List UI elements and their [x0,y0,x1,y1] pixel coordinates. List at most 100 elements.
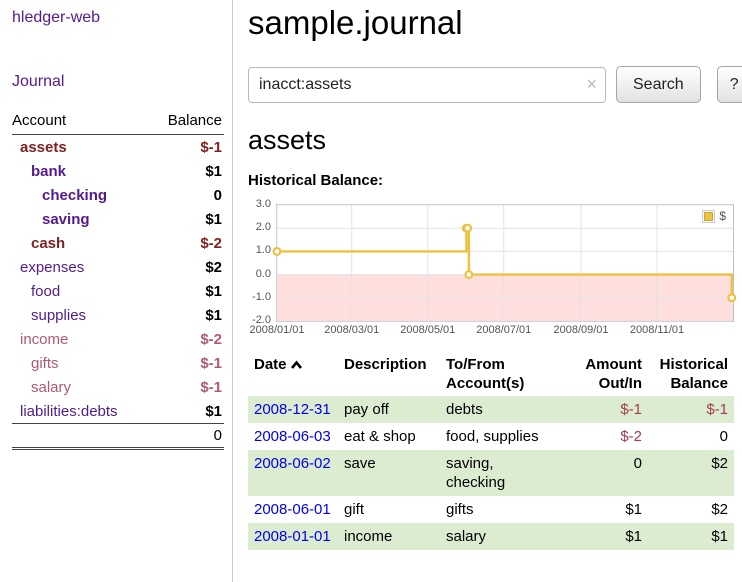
account-rows: assets$-1bank$1checking0saving$1cash$-2e… [12,135,224,423]
register-accounts-cell: debts [440,396,572,423]
transaction-date-link[interactable]: 2008-06-01 [254,501,331,518]
legend-label: $ [719,209,726,223]
register-row: 2008-06-02savesaving, checking0$2 [248,450,734,496]
chart-plot-area: $ 2008/01/012008/03/012008/05/012008/07/… [276,204,734,322]
register-balance-cell: $-1 [648,396,734,423]
account-link-food[interactable]: food [12,283,60,300]
account-row: food $1 [12,279,224,303]
account-balance: $-1 [200,379,222,396]
chart-legend: $ [699,208,729,224]
chart-svg [277,205,733,321]
register-description-cell: pay off [338,396,440,423]
account-balance: $-2 [200,235,222,252]
search-form: × Search ? [248,66,742,103]
account-link-bank[interactable]: bank [12,163,66,180]
chart-x-tick-label: 2008/11/01 [630,324,684,336]
register-amount-cell: $1 [572,496,648,523]
register-header-description: Description [338,352,440,396]
accounts-total-value: 0 [214,427,222,444]
transaction-date-link[interactable]: 2008-06-02 [254,455,331,472]
chart-y-tick-label: -1.0 [252,291,271,303]
register-balance-cell: $1 [648,523,734,550]
register-balance-cell: $2 [648,450,734,496]
account-row: income $-2 [12,327,224,351]
search-input[interactable] [248,67,606,103]
register-row: 2008-06-03eat & shopfood, supplies$-20 [248,423,734,450]
account-balance: $1 [205,283,222,300]
chart-x-axis: 2008/01/012008/03/012008/05/012008/07/01… [277,324,733,340]
chart-y-axis: 3.02.01.00.0-1.0-2.0 [248,204,276,320]
register-amount-cell: $1 [572,523,648,550]
account-link-gifts[interactable]: gifts [12,355,59,372]
account-link-expenses[interactable]: expenses [12,259,84,276]
sidebar-item-journal[interactable]: Journal [12,73,232,91]
app-root: hledger-web Journal Account Balance asse… [0,0,742,582]
account-balance: $-2 [200,331,222,348]
sidebar: hledger-web Journal Account Balance asse… [0,0,233,582]
register-header-date-label: Date [254,356,287,373]
account-row: assets $-1 [12,135,224,159]
chart-y-tick-label: 3.0 [256,198,271,210]
account-row: salary $-1 [12,375,224,399]
transaction-date-link[interactable]: 2008-01-01 [254,528,331,545]
register-accounts-cell: food, supplies [440,423,572,450]
register-date-cell: 2008-06-02 [248,450,338,496]
account-column-header: Account [12,112,66,129]
search-box: × [248,67,606,103]
chart-x-tick-label: 2008/07/01 [476,324,531,336]
help-button[interactable]: ? [717,66,742,103]
account-balance: $-1 [200,139,222,156]
account-row: expenses$2 [12,255,224,279]
chart-y-tick-label: 1.0 [256,244,271,256]
register-amount-cell: $-2 [572,423,648,450]
search-button[interactable]: Search [616,66,701,103]
register-header: Date Description To/From Account(s) Amou… [248,352,734,396]
account-balance: 0 [214,187,222,204]
account-heading: assets [248,125,742,156]
chart-x-tick-label: 2008/03/01 [324,324,379,336]
account-balance: $1 [205,211,222,228]
account-link-assets[interactable]: assets [12,139,67,156]
accounts-total-row: 0 [12,423,224,450]
chart-x-tick-label: 2008/01/01 [249,324,304,336]
register-amount-cell: $-1 [572,396,648,423]
transaction-date-link[interactable]: 2008-12-31 [254,401,331,418]
register-table: Date Description To/From Account(s) Amou… [248,352,734,550]
main-content: sample.journal × Search ? assets Histori… [233,0,742,582]
account-link-supplies[interactable]: supplies [12,307,86,324]
page-title: sample.journal [248,4,742,42]
account-link-cash[interactable]: cash [12,235,65,252]
account-row: saving $1 [12,207,224,231]
clear-search-icon[interactable]: × [586,74,597,95]
register-header-accounts: To/From Account(s) [440,352,572,396]
balance-column-header: Balance [168,112,222,129]
app-title-link[interactable]: hledger-web [12,9,232,27]
register-date-cell: 2008-06-03 [248,423,338,450]
account-link-saving[interactable]: saving [12,211,90,228]
account-balance: $1 [205,403,222,420]
register-header-date[interactable]: Date [248,352,338,396]
historical-balance-chart: 3.02.01.00.0-1.0-2.0 $ 2008/01/012008/03… [248,199,742,322]
register-body: 2008-12-31pay offdebts$-1$-12008-06-03ea… [248,396,734,550]
chart-x-tick-label: 2008/09/01 [553,324,608,336]
chart-title: Historical Balance: [248,172,742,189]
account-link-salary[interactable]: salary [12,379,71,396]
transaction-date-link[interactable]: 2008-06-03 [254,428,331,445]
chart-x-tick-label: 2008/05/01 [400,324,455,336]
account-link-income[interactable]: income [12,331,68,348]
account-balance: $1 [205,307,222,324]
register-accounts-cell: saving, checking [440,450,572,496]
account-row: liabilities:debts $1 [12,399,224,423]
register-balance-cell: $2 [648,496,734,523]
register-row: 2008-06-01giftgifts$1$2 [248,496,734,523]
account-link-checking[interactable]: checking [12,187,107,204]
legend-swatch-icon [702,210,715,223]
account-link-liabilities-debts[interactable]: liabilities:debts [12,403,118,420]
register-description-cell: gift [338,496,440,523]
account-row: bank$1 [12,159,224,183]
register-date-cell: 2008-12-31 [248,396,338,423]
accounts-table-header: Account Balance [12,110,224,135]
chart-y-tick-label: 0.0 [256,268,271,280]
account-row: checking 0 [12,183,224,207]
register-balance-cell: 0 [648,423,734,450]
